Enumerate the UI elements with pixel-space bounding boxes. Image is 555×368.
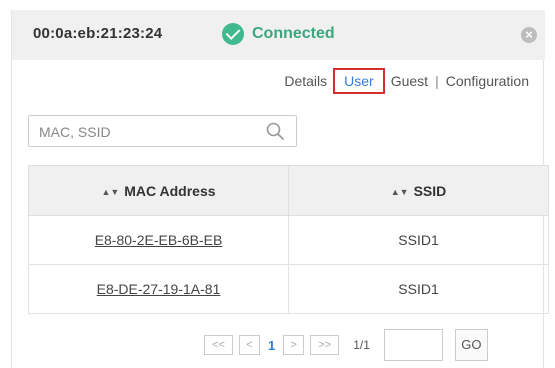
ssid-cell: SSID1 <box>288 215 549 265</box>
column-header-mac-address[interactable]: ▲▼ MAC Address <box>28 165 289 216</box>
first-page-button[interactable]: << <box>204 335 233 355</box>
page-total: 1/1 <box>353 338 370 352</box>
mac-address-link[interactable]: E8-DE-27-19-1A-81 <box>97 281 221 297</box>
prev-page-button[interactable]: < <box>239 335 260 355</box>
user-table: ▲▼ MAC Address ▲▼ SSID E8-80-2E-EB-6B-EB S… <box>28 165 549 314</box>
connection-status: Connected <box>222 23 335 45</box>
table-header-row: ▲▼ MAC Address ▲▼ SSID <box>28 165 549 216</box>
last-page-button[interactable]: >> <box>310 335 340 355</box>
search-input[interactable] <box>39 122 259 142</box>
current-page-number[interactable]: 1 <box>268 338 275 353</box>
column-label: SSID <box>413 182 447 199</box>
tab-configuration[interactable]: Configuration <box>446 73 529 89</box>
tab-separator: | <box>435 73 439 89</box>
tab-user[interactable]: User <box>333 68 385 94</box>
tab-bar: Details User Guest | Configuration <box>284 68 529 94</box>
column-label: MAC Address <box>124 182 216 199</box>
mac-cell: E8-DE-27-19-1A-81 <box>28 264 289 314</box>
status-text: Connected <box>252 25 335 42</box>
table-row: E8-DE-27-19-1A-81 SSID1 <box>28 264 549 314</box>
goto-page-input[interactable] <box>383 329 443 361</box>
search-box <box>28 115 297 147</box>
pagination: << < 1 > >> 1/1 GO <box>204 329 488 361</box>
close-icon[interactable]: × <box>521 27 537 43</box>
search-icon[interactable] <box>266 122 284 140</box>
panel-header: 00:0a:eb:21:23:24 Connected × <box>12 10 545 60</box>
mac-cell: E8-80-2E-EB-6B-EB <box>28 215 289 265</box>
tab-guest[interactable]: Guest <box>391 73 428 89</box>
go-button[interactable]: GO <box>454 329 488 361</box>
sort-icon: ▲▼ <box>390 186 409 197</box>
mac-address-link[interactable]: E8-80-2E-EB-6B-EB <box>95 232 223 248</box>
check-circle-icon <box>222 23 244 45</box>
table-row: E8-80-2E-EB-6B-EB SSID1 <box>28 215 549 265</box>
sort-icon: ▲▼ <box>101 186 120 197</box>
next-page-button[interactable]: > <box>283 335 305 355</box>
client-mac-title: 00:0a:eb:21:23:24 <box>33 25 163 42</box>
column-header-ssid[interactable]: ▲▼ SSID <box>288 165 549 216</box>
client-detail-panel: 00:0a:eb:21:23:24 Connected × Details Us… <box>11 10 549 368</box>
ssid-cell: SSID1 <box>288 264 549 314</box>
tab-details[interactable]: Details <box>284 73 327 89</box>
